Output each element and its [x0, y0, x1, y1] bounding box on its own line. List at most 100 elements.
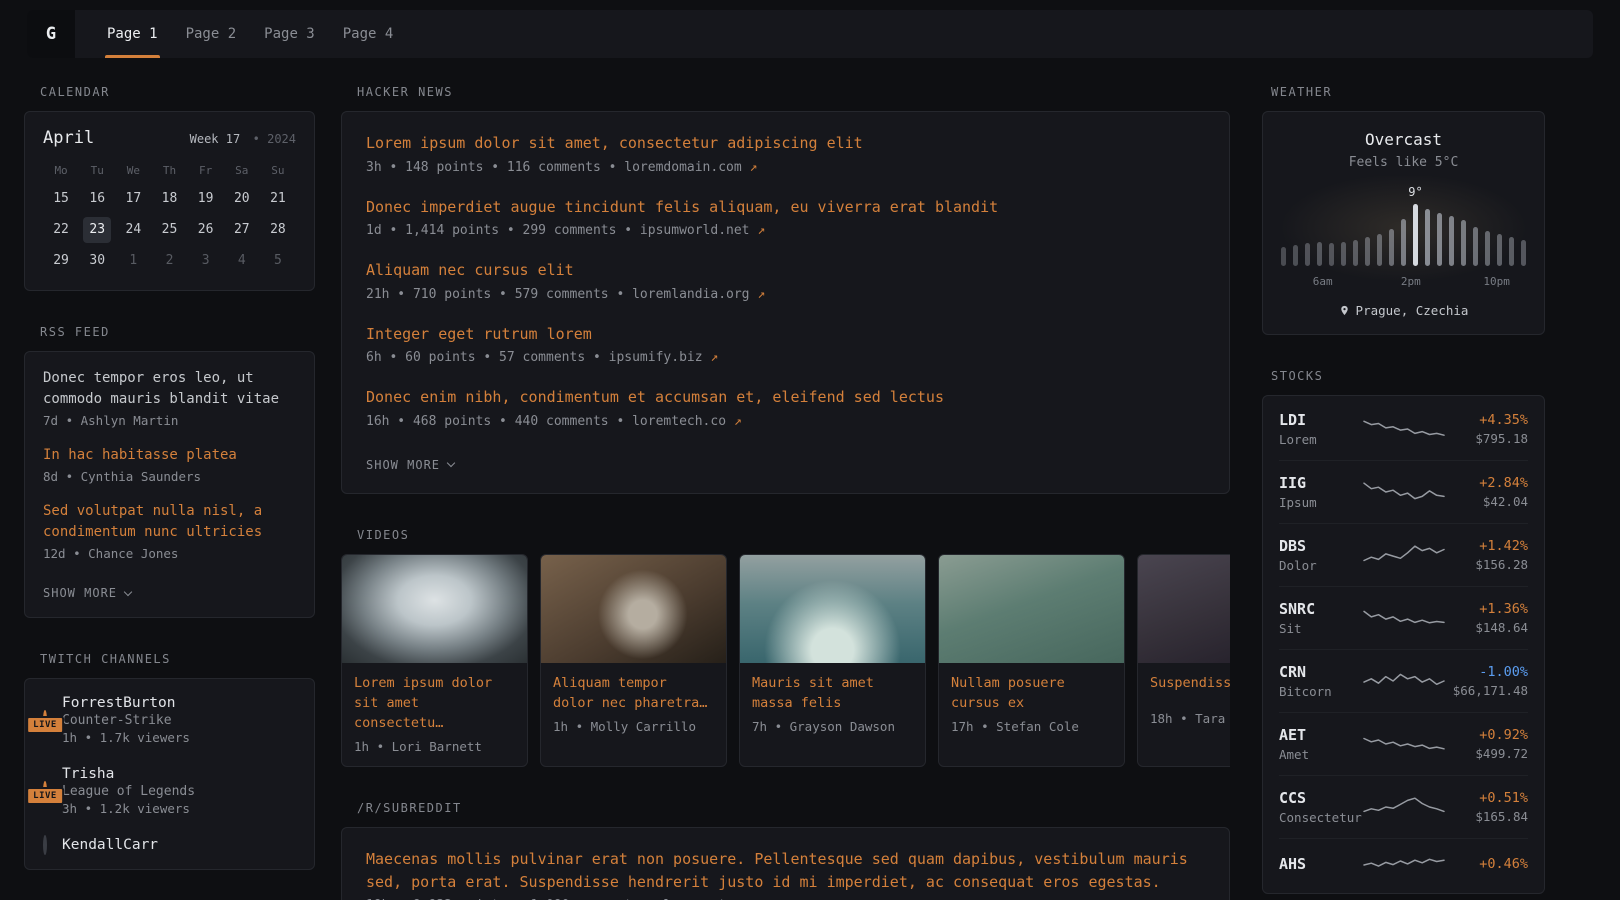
channel-name[interactable]: Trisha [62, 766, 195, 782]
weather-current-temp: 9° [1408, 185, 1422, 199]
stock-row[interactable]: CCS Consectetur +0.51% $165.84 [1279, 775, 1528, 838]
left-column: CALENDAR April Week 17 • 2024 Mo Tu We T… [24, 85, 315, 870]
tab-page-4[interactable]: Page 4 [329, 10, 408, 58]
weather-time-axis: 6am2pm10pm [1281, 275, 1526, 290]
weather-bar [1377, 234, 1382, 266]
stock-change: +0.92% [1446, 727, 1529, 743]
stock-row[interactable]: CRN Bitcorn -1.00% $66,171.48 [1279, 649, 1528, 712]
channel-name[interactable]: ForrestBurton [62, 695, 190, 711]
stock-change: +4.35% [1446, 412, 1529, 428]
middle-column: HACKER NEWS Lorem ipsum dolor sit amet, … [341, 85, 1230, 900]
video-title[interactable]: Suspendisse diam [1138, 663, 1230, 707]
rss-item-link[interactable]: Donec tempor eros leo, ut commodo mauris… [43, 370, 279, 407]
video-card[interactable]: Suspendisse diam 18h • Tara [1137, 554, 1230, 768]
external-link-icon[interactable]: ↗ [734, 414, 742, 429]
video-title[interactable]: Aliquam tempor dolor nec pharetra… [541, 663, 726, 716]
stock-row[interactable]: LDI Lorem +4.35% $795.18 [1279, 398, 1528, 460]
hn-item: Aliquam nec cursus elit 21h • 710 points… [366, 259, 1205, 302]
channel-avatar[interactable] [43, 835, 47, 855]
video-thumbnail[interactable] [342, 555, 527, 663]
video-title[interactable]: Lorem ipsum dolor sit amet consectetu… [342, 663, 527, 736]
show-more-label: SHOW MORE [366, 458, 440, 472]
video-thumbnail[interactable] [541, 555, 726, 663]
reddit-post-link[interactable]: Maecenas mollis pulvinar erat non posuer… [366, 850, 1188, 891]
video-card[interactable]: Mauris sit amet massa felis 7h • Grayson… [739, 554, 926, 768]
twitch-card: LIVE ForrestBurton Counter-Strike 1h • 1… [24, 678, 315, 870]
tab-page-3[interactable]: Page 3 [250, 10, 329, 58]
weather-bar [1389, 229, 1394, 266]
show-more-label: SHOW MORE [43, 586, 117, 600]
stock-ticker: AET [1279, 726, 1362, 744]
hackernews-card: Lorem ipsum dolor sit amet, consectetur … [341, 111, 1230, 494]
video-thumbnail[interactable] [1138, 555, 1230, 663]
calendar-day-header: We [119, 164, 147, 177]
video-title[interactable]: Nullam posuere cursus ex [939, 663, 1124, 716]
external-link-icon[interactable]: ↗ [750, 160, 758, 175]
stock-row[interactable]: SNRC Sit +1.36% $148.64 [1279, 586, 1528, 649]
calendar-grid: Mo Tu We Th Fr Sa Su 15 16 17 18 19 20 2… [43, 164, 296, 274]
weather-location: Prague, Czechia [1356, 303, 1469, 318]
show-more-button[interactable]: SHOW MORE [366, 458, 454, 472]
external-link-icon[interactable]: ↗ [757, 287, 765, 302]
stock-row[interactable]: AHS +0.46% [1279, 838, 1528, 891]
stock-row[interactable]: DBS Dolor +1.42% $156.28 [1279, 523, 1528, 586]
video-card[interactable]: Nullam posuere cursus ex 17h • Stefan Co… [938, 554, 1125, 768]
stock-row[interactable]: AET Amet +0.92% $499.72 [1279, 712, 1528, 775]
stock-row[interactable]: IIG Ipsum +2.84% $42.04 [1279, 460, 1528, 523]
rss-item-link[interactable]: In hac habitasse platea [43, 447, 237, 463]
stock-price: $42.04 [1446, 494, 1529, 509]
external-link-icon[interactable]: ↗ [757, 223, 765, 238]
weather-bar [1341, 242, 1346, 266]
twitch-channel-row[interactable]: KendallCarr [43, 837, 296, 853]
calendar-day-header: Fr [192, 164, 220, 177]
hn-item: Donec enim nibh, condimentum et accumsan… [366, 386, 1205, 429]
show-more-button[interactable]: SHOW MORE [43, 586, 131, 600]
twitch-channel-row[interactable]: LIVE Trisha League of Legends 3h • 1.2k … [43, 766, 296, 816]
hn-item-link[interactable]: Donec imperdiet augue tincidunt felis al… [366, 198, 998, 216]
app-logo[interactable]: G [27, 10, 75, 58]
chevron-down-icon [124, 587, 132, 595]
right-column: WEATHER Overcast Feels like 5°C 9° 6am2p… [1262, 85, 1545, 894]
calendar-day-header: Su [264, 164, 292, 177]
hn-item-meta: 6h • 60 points • 57 comments • ipsumify.… [366, 350, 1205, 365]
stock-ticker: LDI [1279, 411, 1362, 429]
channel-name[interactable]: KendallCarr [62, 837, 158, 853]
rss-card: Donec tempor eros leo, ut commodo mauris… [24, 351, 315, 618]
channel-game: League of Legends [62, 784, 195, 799]
hn-item-link[interactable]: Lorem ipsum dolor sit amet, consectetur … [366, 134, 863, 152]
twitch-channel-row[interactable]: LIVE ForrestBurton Counter-Strike 1h • 1… [43, 695, 296, 745]
videos-widget: VIDEOS Lorem ipsum dolor sit amet consec… [341, 528, 1230, 768]
hn-item-link[interactable]: Integer eget rutrum lorem [366, 325, 592, 343]
weather-chart: 9° 6am2pm10pm [1281, 200, 1526, 290]
rss-item-meta: 12d • Chance Jones [43, 546, 296, 561]
weather-bar [1449, 216, 1454, 266]
video-card[interactable]: Aliquam tempor dolor nec pharetra… 1h • … [540, 554, 727, 768]
section-title-weather: WEATHER [1271, 85, 1545, 99]
calendar-day: 20 [228, 186, 256, 212]
rss-item-link[interactable]: Sed volutpat nulla nisl, a condimentum n… [43, 503, 262, 540]
calendar-day-next-month: 5 [264, 248, 292, 274]
stock-ticker: SNRC [1279, 600, 1362, 618]
video-card[interactable]: Lorem ipsum dolor sit amet consectetu… 1… [341, 554, 528, 768]
video-thumbnail[interactable] [939, 555, 1124, 663]
weather-bar: 9° [1413, 204, 1418, 266]
stock-company: Consectetur [1279, 810, 1362, 825]
video-thumbnail[interactable] [740, 555, 925, 663]
calendar-day: 29 [47, 248, 75, 274]
calendar-day-next-month: 4 [228, 248, 256, 274]
tab-page-1[interactable]: Page 1 [93, 10, 172, 58]
hn-item-link[interactable]: Aliquam nec cursus elit [366, 261, 574, 279]
video-title[interactable]: Mauris sit amet massa felis [740, 663, 925, 716]
weather-bar [1473, 227, 1478, 266]
section-title-subreddit: /R/SUBREDDIT [357, 801, 1230, 815]
hn-item-link[interactable]: Donec enim nibh, condimentum et accumsan… [366, 388, 944, 406]
external-link-icon[interactable]: ↗ [710, 350, 718, 365]
stock-change: +1.36% [1446, 601, 1529, 617]
stock-change: +2.84% [1446, 475, 1529, 491]
calendar-widget: CALENDAR April Week 17 • 2024 Mo Tu We T… [24, 85, 315, 291]
tab-page-2[interactable]: Page 2 [172, 10, 251, 58]
stock-price: $795.18 [1446, 431, 1529, 446]
hn-meta-text: 1d • 1,414 points • 299 comments • ipsum… [366, 223, 750, 238]
channel-meta: 1h • 1.7k viewers [62, 730, 190, 745]
calendar-day: 16 [83, 186, 111, 212]
